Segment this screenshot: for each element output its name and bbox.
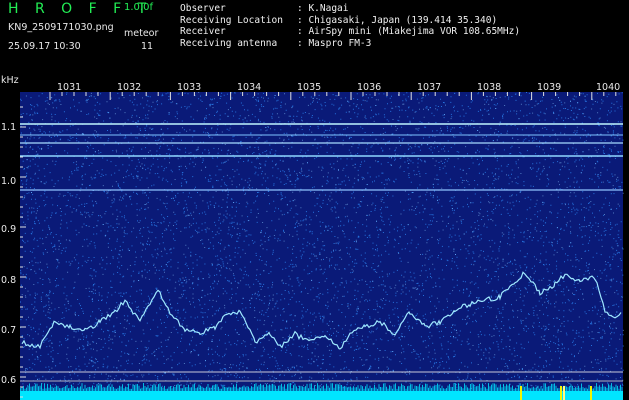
capture-datetime: 25.09.17 10:30 xyxy=(8,41,81,52)
meta-value: : Maspro FM-3 xyxy=(297,37,372,49)
meteor-spike xyxy=(590,386,592,400)
x-tick-label: 1032 xyxy=(117,82,141,93)
y-tick-label: 0.7 xyxy=(1,325,16,336)
meta-value: : AirSpy mini (Miakejima VOR 108.65MHz) xyxy=(297,26,521,37)
meteor-count: 11 xyxy=(141,41,154,52)
meta-row: Receiving Location : Chigasaki, Japan (13… xyxy=(180,15,520,27)
x-tick-label: 1031 xyxy=(57,82,81,93)
x-tick-label: 1036 xyxy=(357,82,381,93)
x-tick-label: 1035 xyxy=(297,82,321,93)
meta-row: Receiver : AirSpy mini (Miakejima VOR 108… xyxy=(180,26,520,38)
y-tick-label: 1.0 xyxy=(1,176,16,187)
x-tick-label: 1039 xyxy=(537,82,561,93)
file-name: KN9_2509171030.png xyxy=(8,22,114,33)
meta-row: Observer : K.Nagai xyxy=(180,3,520,15)
spectrogram: kHz 1031 1032 1033 1034 1035 1036 1037 1… xyxy=(0,72,629,400)
meteor-spike xyxy=(563,386,565,400)
meteor-spike xyxy=(560,386,562,400)
meta-key: Receiver xyxy=(180,26,226,37)
meta-row: Receiving antenna : Maspro FM-3 xyxy=(180,38,520,50)
meta-key: Observer xyxy=(180,3,226,14)
meta-value: : K.Nagai xyxy=(297,3,349,14)
meta-key: Receiving antenna xyxy=(180,37,278,49)
app-version: 1.0.0f xyxy=(124,2,153,13)
x-tick-label: 1037 xyxy=(417,82,441,93)
spectrogram-plot: kHz 1031 1032 1033 1034 1035 1036 1037 1… xyxy=(1,75,624,400)
y-unit-label: kHz xyxy=(1,75,19,86)
y-tick-label: 1.1 xyxy=(1,122,16,133)
x-tick-label: 1033 xyxy=(177,82,201,93)
x-tick-label: 1034 xyxy=(237,82,261,93)
baseline-band xyxy=(20,391,623,400)
x-tick-label: 1038 xyxy=(477,82,501,93)
meta-key: Receiving Location xyxy=(180,14,283,26)
meteor-spike xyxy=(520,386,522,400)
y-tick-label: 0.6 xyxy=(1,375,16,386)
y-tick-label: 0.9 xyxy=(1,224,16,235)
observation-meta: Observer : K.Nagai Receiving Location : Ch… xyxy=(180,3,520,49)
meta-value: : Chigasaki, Japan (139.414 35.340) xyxy=(297,14,498,26)
x-tick-label: 1040 xyxy=(596,82,620,93)
meteor-label: meteor xyxy=(124,28,159,39)
y-tick-label: 0.8 xyxy=(1,275,16,286)
header: H R O F F T 1.0.0f KN9_2509171030.png me… xyxy=(0,0,629,72)
